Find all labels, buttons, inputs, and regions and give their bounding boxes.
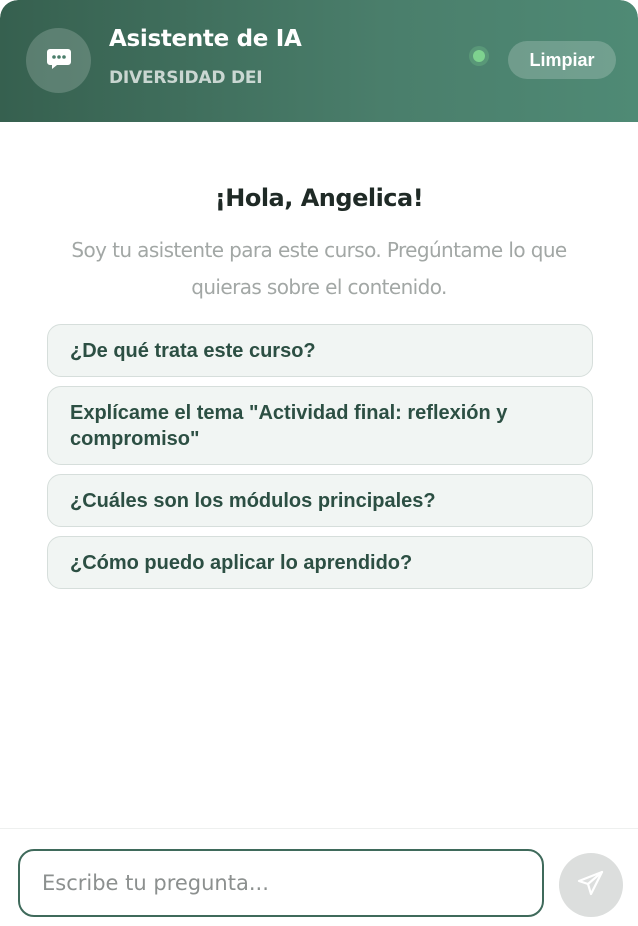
chat-header: Asistente de IA DIVERSIDAD DEI Limpiar bbox=[0, 0, 638, 122]
suggestion-chip[interactable]: ¿Cómo puedo aplicar lo aprendido? bbox=[47, 536, 593, 589]
send-button[interactable] bbox=[559, 853, 623, 917]
chat-bubble-icon bbox=[45, 45, 73, 77]
course-name: DIVERSIDAD DEI bbox=[109, 68, 263, 88]
online-status-indicator bbox=[473, 50, 485, 62]
question-input[interactable] bbox=[18, 849, 544, 917]
suggestion-chip[interactable]: Explícame el tema "Actividad final: refl… bbox=[47, 386, 593, 465]
clear-chat-button[interactable]: Limpiar bbox=[508, 41, 616, 79]
greeting-heading: ¡Hola, Angelica! bbox=[214, 184, 424, 212]
assistant-title: Asistente de IA bbox=[109, 26, 302, 52]
composer-bar bbox=[0, 828, 638, 926]
chat-panel: Asistente de IA DIVERSIDAD DEI Limpiar ¡… bbox=[0, 0, 638, 926]
assistant-avatar bbox=[26, 28, 91, 93]
send-icon bbox=[576, 868, 606, 902]
suggestion-chip[interactable]: ¿De qué trata este curso? bbox=[47, 324, 593, 377]
intro-text: Soy tu asistente para este curso. Pregún… bbox=[71, 238, 567, 299]
suggestion-chip[interactable]: ¿Cuáles son los módulos principales? bbox=[47, 474, 593, 527]
